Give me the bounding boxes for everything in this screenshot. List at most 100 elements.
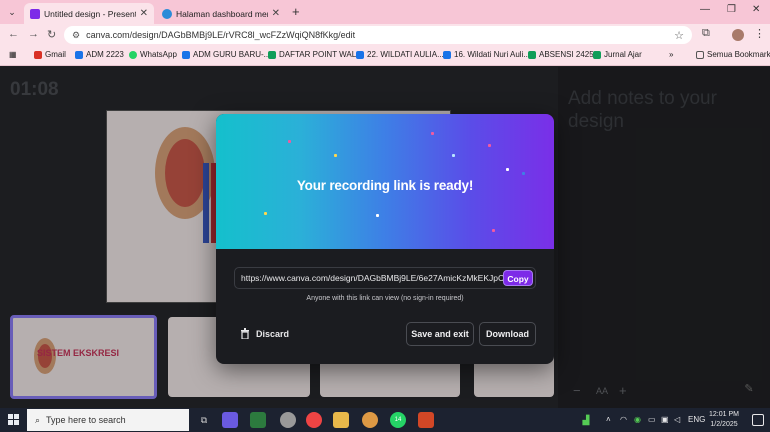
bookmark-wildati22[interactable]: 22. WILDATI AULIA... — [356, 50, 444, 59]
close-window-icon[interactable]: ✕ — [752, 4, 760, 15]
battery-icon[interactable]: ▭ — [648, 415, 656, 424]
bookmark-wildati16[interactable]: 16. Wildati Nuri Auli... — [443, 50, 530, 59]
drive-icon — [356, 50, 364, 59]
clock-time: 12:01 PM — [709, 411, 739, 418]
performance-icon[interactable]: ▟ — [578, 412, 594, 428]
bookmark-absensi[interactable]: ABSENSI 2425 — [528, 50, 594, 59]
recording-link-text[interactable]: https://www.canva.com/design/DAGbBMBj9LE… — [241, 273, 503, 283]
bookmark-gmail[interactable]: Gmail — [34, 50, 66, 59]
store-icon[interactable] — [250, 412, 266, 428]
confetti — [522, 172, 525, 175]
language-indicator[interactable]: ENG — [688, 415, 705, 424]
recording-link-field[interactable]: https://www.canva.com/design/DAGbBMBj9LE… — [234, 267, 536, 289]
copy-button[interactable]: Copy — [503, 270, 533, 286]
apps-icon[interactable]: ▦ — [9, 50, 17, 59]
chrome-profile-icon[interactable] — [362, 412, 378, 428]
search-placeholder: Type here to search — [46, 415, 126, 425]
extensions-icon[interactable]: ⧉ — [702, 27, 710, 40]
menu-icon[interactable]: ⋮ — [754, 27, 765, 40]
close-tab-icon[interactable]: ✕ — [140, 8, 148, 19]
more-bookmarks-icon[interactable]: » — [669, 50, 673, 59]
maximize-icon[interactable]: ❐ — [727, 4, 736, 15]
confetti — [264, 212, 267, 215]
gmail-icon — [34, 50, 42, 59]
site-favicon-icon — [162, 8, 172, 19]
windows-start-icon[interactable] — [8, 414, 20, 426]
file-explorer-icon[interactable] — [333, 412, 349, 428]
close-tab-icon[interactable]: ✕ — [272, 8, 280, 19]
powerpoint-icon[interactable] — [418, 412, 434, 428]
search-icon: ⌕ — [35, 414, 41, 425]
bookmark-label: ADM 2223 — [86, 50, 124, 59]
dialog-hero: Your recording link is ready! — [216, 114, 554, 249]
whatsapp-icon — [129, 50, 137, 59]
confetti — [492, 229, 495, 232]
sheets-icon — [268, 50, 276, 59]
app-icon[interactable] — [280, 412, 296, 428]
discard-button[interactable]: Discard — [240, 328, 289, 339]
tab-presentation[interactable]: Untitled design - Presentation ✕ — [24, 3, 154, 24]
display-icon[interactable]: ▣ — [661, 415, 669, 424]
bookmark-label: WhatsApp — [140, 50, 177, 59]
bookmark-label: ADM GURU BARU-... — [193, 50, 271, 59]
network-icon[interactable]: ◉ — [634, 415, 641, 424]
notification-icon[interactable] — [752, 414, 764, 426]
bookmark-whatsapp[interactable]: WhatsApp — [129, 50, 177, 59]
sheets-icon — [528, 50, 536, 59]
reload-icon[interactable]: ↻ — [47, 28, 56, 41]
minimize-icon[interactable]: — — [700, 4, 710, 15]
bookmark-label: Jurnal Ajar — [604, 50, 642, 59]
clock-date: 1/2/2025 — [710, 421, 738, 428]
drive-icon — [75, 50, 83, 59]
bookmark-daftarpoint[interactable]: DAFTAR POINT WAL... — [268, 50, 363, 59]
taskbar-clock[interactable]: 12:01 PM 1/2/2025 — [706, 410, 742, 430]
confetti — [488, 144, 491, 147]
bookmark-label: Semua Bookmark — [707, 50, 770, 59]
tray-chevron-icon[interactable]: ˄ — [606, 415, 611, 424]
sheets-icon — [593, 50, 601, 59]
back-icon[interactable]: ← — [8, 28, 19, 40]
tab-search-icon[interactable]: ⌄ — [4, 4, 20, 20]
chrome-icon[interactable] — [306, 412, 322, 428]
discard-label: Discard — [256, 328, 290, 339]
browser-navbar: ← → ↻ ⚙ canva.com/design/DAGbBMBj9LE/rVR… — [0, 24, 770, 46]
taskbar-search[interactable]: ⌕ Type here to search — [27, 409, 189, 431]
new-tab-icon[interactable]: + — [292, 4, 300, 19]
bookmark-jurnal[interactable]: Jurnal Ajar — [593, 50, 642, 59]
drive-icon — [182, 50, 190, 59]
save-and-exit-button[interactable]: Save and exit — [406, 322, 474, 346]
tab-dashboard[interactable]: Halaman dashboard menulis ✕ — [156, 3, 286, 24]
all-bookmarks[interactable]: Semua Bookmark — [696, 50, 770, 59]
bookmark-label: Gmail — [45, 50, 66, 59]
confetti — [452, 154, 455, 157]
task-view-icon[interactable]: ⧉ — [196, 412, 212, 428]
forward-icon[interactable]: → — [28, 28, 39, 40]
bookmarks-bar: ▦ Gmail ADM 2223 WhatsApp ADM GURU BARU-… — [0, 46, 770, 66]
bookmark-label: 22. WILDATI AULIA... — [367, 50, 444, 59]
folder-icon — [696, 50, 704, 59]
confetti — [376, 214, 379, 217]
address-bar[interactable]: ⚙ canva.com/design/DAGbBMBj9LE/rVRC8l_wc… — [64, 26, 692, 44]
download-button[interactable]: Download — [479, 322, 536, 346]
confetti — [431, 132, 434, 135]
bookmark-admguru[interactable]: ADM GURU BARU-... — [182, 50, 270, 59]
canva-favicon-icon — [30, 8, 40, 19]
bookmark-star-icon[interactable]: ☆ — [674, 29, 684, 42]
copilot-icon[interactable] — [222, 412, 238, 428]
dialog-heading: Your recording link is ready! — [296, 178, 474, 193]
tab-title: Untitled design - Presentation — [44, 8, 136, 19]
site-info-icon[interactable]: ⚙ — [72, 30, 80, 41]
confetti — [506, 168, 509, 171]
url-text: canva.com/design/DAGbBMBj9LE/rVRC8l_wcFZ… — [86, 30, 356, 40]
whatsapp-taskbar-icon[interactable]: 14 — [390, 412, 406, 428]
link-visibility-note: Anyone with this link can view (no sign-… — [306, 295, 464, 302]
bookmark-label: 16. Wildati Nuri Auli... — [454, 50, 531, 59]
volume-icon[interactable]: ◁ — [674, 415, 680, 424]
confetti — [334, 154, 337, 157]
browser-titlebar: ⌄ Untitled design - Presentation ✕ Halam… — [0, 0, 770, 24]
profile-avatar[interactable] — [732, 29, 744, 41]
whatsapp-badge: 14 — [394, 417, 402, 423]
wifi-icon[interactable]: ◠ — [620, 415, 627, 424]
tab-title: Halaman dashboard menulis — [176, 8, 268, 19]
bookmark-adm2223[interactable]: ADM 2223 — [75, 50, 124, 59]
